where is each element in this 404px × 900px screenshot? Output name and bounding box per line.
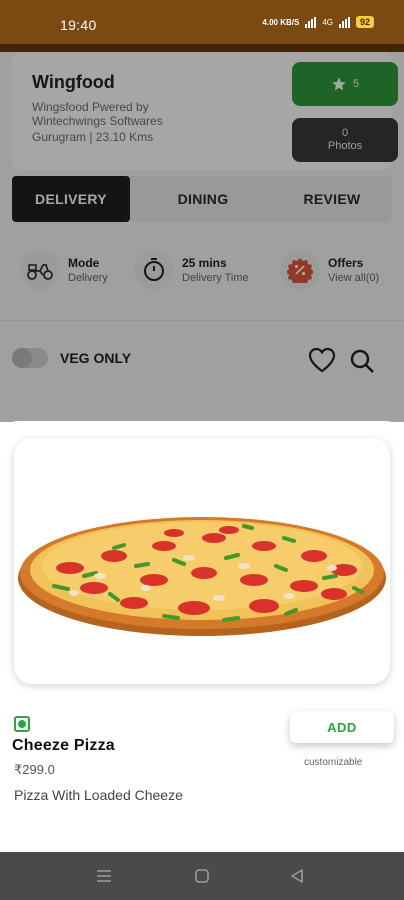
item-description: Pizza With Loaded Cheeze	[14, 787, 183, 803]
dim-overlay[interactable]	[0, 44, 404, 422]
home-square-icon[interactable]	[190, 864, 214, 888]
customizable-label: customizable	[304, 757, 363, 768]
veg-indicator-icon	[14, 716, 30, 732]
status-time: 19:40	[60, 17, 97, 33]
system-nav-bar	[0, 852, 404, 900]
status-icons: 4.00 KB/S 4G 92	[262, 16, 374, 28]
menu-icon[interactable]	[92, 864, 116, 888]
network-speed: 4.00 KB/S	[262, 17, 300, 27]
signal-icon-2	[338, 16, 350, 28]
signal-icon	[305, 16, 317, 28]
back-triangle-icon[interactable]	[285, 864, 309, 888]
item-name: Cheeze Pizza	[12, 737, 115, 754]
network-type: 4G	[322, 17, 333, 27]
item-price: ₹299.0	[14, 762, 55, 777]
add-button[interactable]: ADD	[290, 711, 394, 743]
pizza-image	[14, 438, 390, 684]
item-bottom-sheet: Cheeze Pizza ₹299.0 Pizza With Loaded Ch…	[0, 421, 404, 852]
battery-icon: 92	[355, 16, 374, 28]
status-bar: 19:40 4.00 KB/S 4G 92	[0, 0, 404, 44]
